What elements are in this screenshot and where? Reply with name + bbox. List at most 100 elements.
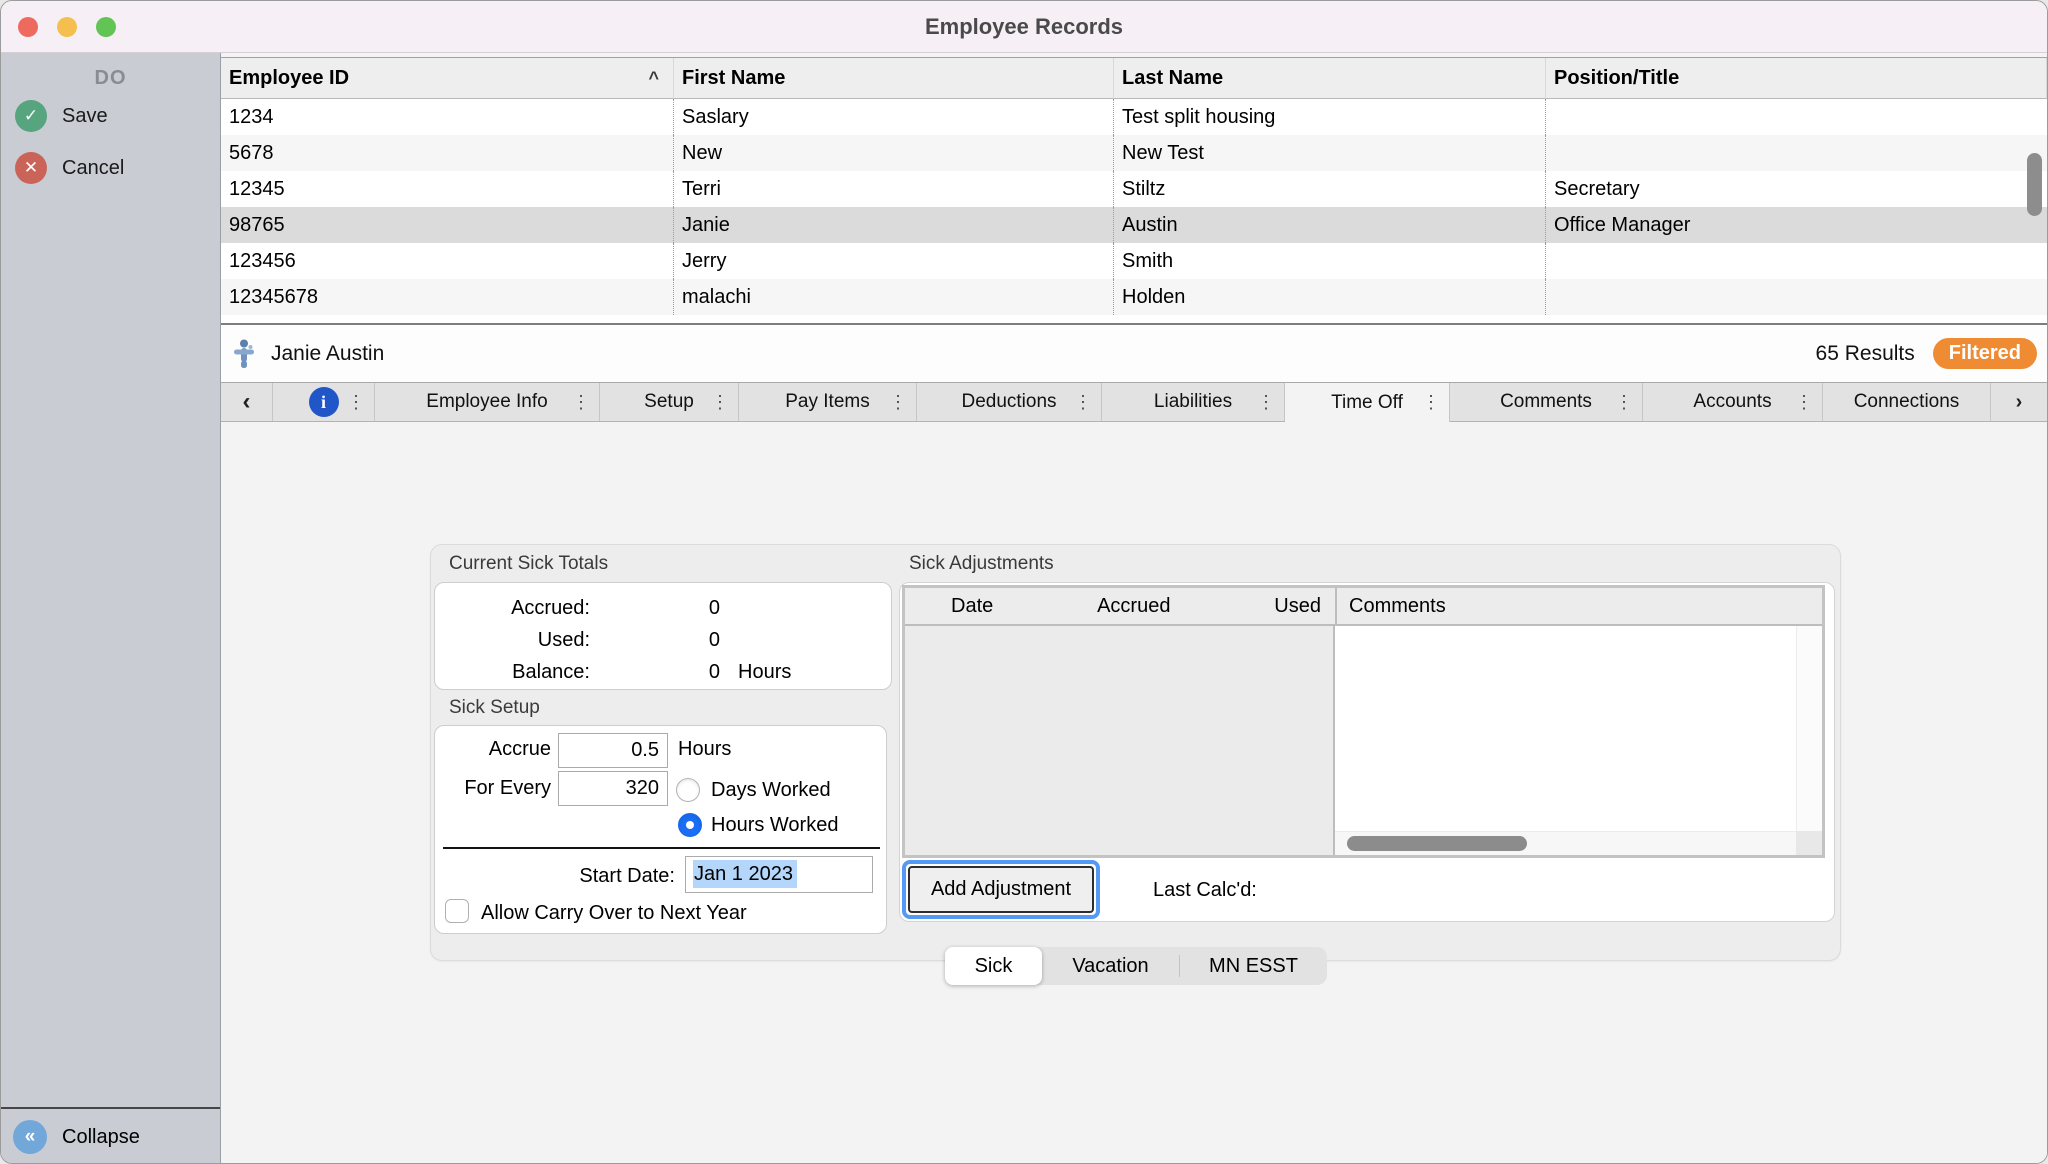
cell-first-name[interactable]: Terri [674, 171, 1114, 207]
tab-scroll-right-button[interactable]: › [1991, 383, 2047, 421]
accrue-input[interactable]: 0.5 [558, 733, 668, 768]
title-bar: Employee Records [1, 1, 2047, 53]
tab-info[interactable]: i ⋮ [273, 383, 375, 421]
tab-label: Liabilities [1153, 391, 1233, 412]
used-label: Used: [537, 628, 590, 651]
tab-menu-icon[interactable]: ⋮ [1257, 392, 1275, 413]
adj-column-comments[interactable]: Comments [1337, 595, 1446, 618]
horizontal-scrollbar-thumb[interactable] [1347, 836, 1527, 851]
sidebar-section-label: DO [94, 67, 127, 89]
cell-first-name[interactable]: Saslary [674, 99, 1114, 135]
cell-employee-id[interactable]: 98765 [221, 207, 674, 243]
cell-position-title[interactable]: Secretary [1546, 171, 2047, 207]
cell-last-name[interactable]: Holden [1114, 279, 1546, 315]
accrued-label: Accrued: [511, 596, 590, 619]
cell-position-title[interactable] [1546, 279, 2047, 315]
save-button[interactable]: ✓ Save [1, 90, 220, 142]
tab-deductions[interactable]: Deductions ⋮ [917, 383, 1102, 421]
sort-ascending-icon: ^ [648, 68, 659, 88]
person-icon [234, 339, 254, 368]
close-window-icon[interactable] [18, 17, 38, 37]
tab-label: Deductions [961, 391, 1057, 412]
adjustments-comments-area[interactable] [1335, 626, 1822, 855]
balance-value: 0 [708, 660, 720, 683]
add-adjustment-button[interactable]: Add Adjustment [908, 866, 1094, 913]
column-header-employee-id[interactable]: Employee ID ^ [221, 58, 674, 99]
tab-sick-selected[interactable]: Sick [945, 947, 1042, 985]
tab-menu-icon[interactable]: ⋮ [1074, 392, 1092, 413]
tab-employee-info[interactable]: Employee Info ⋮ [375, 383, 600, 421]
adjustments-heading: Sick Adjustments [909, 553, 1054, 574]
cell-employee-id[interactable]: 12345678 [221, 279, 674, 315]
cell-first-name[interactable]: malachi [674, 279, 1114, 315]
tab-vacation[interactable]: Vacation [1042, 947, 1179, 985]
cell-position-title[interactable] [1546, 243, 2047, 279]
chevron-right-icon: › [2015, 390, 2023, 413]
tab-pay-items[interactable]: Pay Items ⋮ [739, 383, 917, 421]
cell-last-name[interactable]: Austin [1114, 207, 1546, 243]
collapse-button-label: Collapse [62, 1125, 140, 1148]
cell-employee-id[interactable]: 5678 [221, 135, 674, 171]
setup-divider [443, 847, 880, 849]
start-date-input[interactable]: Jan 1 2023 [685, 856, 873, 893]
record-tab-bar: ‹ i ⋮ Employee Info ⋮ Setup ⋮ Pay Items … [221, 382, 2047, 422]
adj-column-used[interactable]: Used [1274, 595, 1321, 618]
cell-employee-id[interactable]: 123456 [221, 243, 674, 279]
tab-time-off-selected[interactable]: Time Off ⋮ [1285, 383, 1450, 422]
for-every-input[interactable]: 320 [558, 771, 668, 806]
days-worked-radio[interactable] [676, 778, 700, 802]
tab-scroll-left-button[interactable]: ‹ [221, 383, 273, 421]
time-off-category-tabs: Sick Vacation MN ESST [945, 947, 1327, 985]
cell-first-name[interactable]: New [674, 135, 1114, 171]
comments-vertical-scrollbar[interactable] [1796, 626, 1822, 831]
double-chevron-left-icon: « [13, 1120, 47, 1154]
collapse-button[interactable]: « Collapse [1, 1107, 220, 1163]
tab-menu-icon[interactable]: ⋮ [889, 392, 907, 413]
cell-employee-id[interactable]: 12345 [221, 171, 674, 207]
adj-column-accrued[interactable]: Accrued [1097, 595, 1170, 618]
cell-first-name[interactable]: Jerry [674, 243, 1114, 279]
tab-menu-icon[interactable]: ⋮ [1795, 392, 1813, 413]
cell-position-title[interactable] [1546, 135, 2047, 171]
cell-employee-id[interactable]: 1234 [221, 99, 674, 135]
adjustments-empty-list[interactable] [905, 626, 1335, 855]
tab-menu-icon[interactable]: ⋮ [1615, 392, 1633, 413]
adj-column-date[interactable]: Date [951, 595, 993, 618]
cell-position-title[interactable]: Office Manager [1546, 207, 2047, 243]
tab-accounts[interactable]: Accounts ⋮ [1643, 383, 1823, 421]
tab-menu-icon[interactable]: ⋮ [1422, 392, 1440, 413]
column-header-first-name[interactable]: First Name [674, 58, 1114, 99]
minimize-window-icon[interactable] [57, 17, 77, 37]
cell-position-title[interactable] [1546, 99, 2047, 135]
selected-employee-name: Janie Austin [271, 341, 385, 365]
column-header-last-name[interactable]: Last Name [1114, 58, 1546, 99]
table-vertical-scrollbar[interactable] [2027, 153, 2042, 216]
hours-worked-radio[interactable] [678, 813, 702, 837]
tab-comments[interactable]: Comments ⋮ [1450, 383, 1643, 421]
for-every-label: For Every [464, 777, 551, 799]
column-header-position-title[interactable]: Position/Title [1546, 58, 2047, 99]
tab-menu-icon[interactable]: ⋮ [347, 392, 365, 413]
start-date-label: Start Date: [579, 865, 675, 887]
accrued-value: 0 [708, 596, 720, 619]
comments-horizontal-scrollbar[interactable] [1335, 831, 1796, 855]
cell-last-name[interactable]: Test split housing [1114, 99, 1546, 135]
tab-liabilities[interactable]: Liabilities ⋮ [1102, 383, 1285, 421]
tab-menu-icon[interactable]: ⋮ [711, 392, 729, 413]
cancel-button[interactable]: ✕ Cancel [1, 142, 220, 194]
tab-connections[interactable]: Connections [1823, 383, 1991, 421]
tab-setup[interactable]: Setup ⋮ [600, 383, 739, 421]
zoom-window-icon[interactable] [96, 17, 116, 37]
carry-over-checkbox[interactable] [445, 899, 469, 923]
app-window: Employee Records DO ✓ Save ✕ Cancel « Co… [0, 0, 2048, 1164]
tab-mn-esst[interactable]: MN ESST [1180, 947, 1327, 985]
cell-first-name[interactable]: Janie [674, 207, 1114, 243]
balance-unit: Hours [738, 660, 792, 683]
save-button-label: Save [62, 104, 108, 127]
filtered-badge[interactable]: Filtered [1932, 338, 2037, 369]
cell-last-name[interactable]: Smith [1114, 243, 1546, 279]
last-calcd-label: Last Calc'd: [1153, 879, 1257, 901]
tab-menu-icon[interactable]: ⋮ [572, 392, 590, 413]
cell-last-name[interactable]: Stiltz [1114, 171, 1546, 207]
cell-last-name[interactable]: New Test [1114, 135, 1546, 171]
